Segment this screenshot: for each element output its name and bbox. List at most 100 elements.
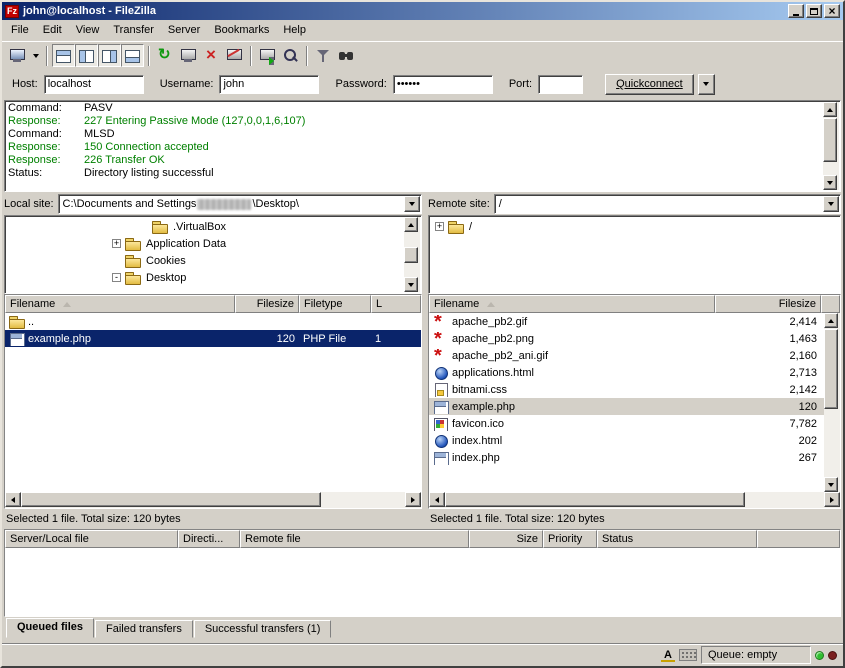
scroll-down-button[interactable] — [824, 477, 838, 492]
log-prefix: Status: — [8, 167, 84, 180]
menu-item-bookmarks[interactable]: Bookmarks — [207, 21, 276, 39]
remote-horizontal-scrollbar[interactable] — [429, 492, 840, 508]
tree-item-desktop[interactable]: - Desktop — [6, 269, 403, 286]
password-input[interactable] — [393, 75, 493, 94]
expand-icon[interactable]: + — [112, 239, 121, 248]
local-site-dropdown-button[interactable] — [404, 196, 420, 212]
scrollbar-thumb[interactable] — [404, 247, 418, 263]
file-row-example-php[interactable]: example.php 120 PHP File 1 — [5, 330, 421, 347]
column-header-filesize[interactable]: Filesize — [235, 295, 299, 313]
scroll-down-button[interactable] — [823, 175, 837, 190]
file-row[interactable]: applications.html 2,713 — [429, 364, 824, 381]
tab-failed-transfers[interactable]: Failed transfers — [95, 620, 193, 638]
log-scrollbar[interactable] — [823, 102, 839, 190]
toggle-local-tree-button[interactable] — [75, 44, 98, 67]
local-tree-scrollbar[interactable] — [404, 217, 420, 292]
scrollbar-thumb[interactable] — [823, 118, 837, 162]
column-header-size[interactable]: Size — [469, 530, 543, 548]
toggle-queue-button[interactable] — [121, 44, 144, 67]
toggle-remote-tree-button[interactable] — [98, 44, 121, 67]
column-header-last-modified[interactable]: L — [371, 295, 421, 313]
scrollbar-thumb[interactable] — [445, 492, 745, 507]
file-row[interactable]: apache_pb2.png 1,463 — [429, 330, 824, 347]
expand-icon[interactable]: + — [435, 222, 444, 231]
column-header-priority[interactable]: Priority — [543, 530, 597, 548]
site-manager-button[interactable] — [6, 44, 29, 67]
remote-list-body[interactable]: apache_pb2.gif 2,414 apache_pb2.png 1,46… — [429, 313, 840, 492]
scrollbar-thumb[interactable] — [824, 329, 838, 409]
chevron-down-icon — [703, 82, 709, 86]
column-header-filename[interactable]: Filename — [429, 295, 715, 313]
column-header-filesize[interactable]: Filesize — [715, 295, 821, 313]
remote-list-scrollbar[interactable] — [824, 313, 840, 492]
scroll-right-button[interactable] — [405, 492, 421, 507]
queue-body[interactable] — [5, 548, 840, 616]
local-site-combobox[interactable]: C:\Documents and Settings\Desktop\ — [58, 194, 422, 214]
tab-successful-transfers[interactable]: Successful transfers (1) — [194, 620, 332, 638]
quickconnect-dropdown-button[interactable] — [698, 74, 715, 95]
tree-item-root[interactable]: + / — [430, 218, 839, 235]
column-header-filetype[interactable]: Filetype — [299, 295, 371, 313]
tree-item-application-data[interactable]: + Application Data — [6, 235, 403, 252]
file-row[interactable]: apache_pb2.gif 2,414 — [429, 313, 824, 330]
local-horizontal-scrollbar[interactable] — [5, 492, 421, 508]
file-row[interactable]: index.php 267 — [429, 449, 824, 466]
message-log[interactable]: Command:PASV Response:227 Entering Passi… — [4, 100, 841, 192]
remote-directory-tree[interactable]: + / — [428, 215, 841, 294]
maximize-button[interactable] — [806, 4, 822, 18]
column-header-direction[interactable]: Directi... — [178, 530, 240, 548]
transfer-queue: Server/Local file Directi... Remote file… — [4, 529, 841, 638]
scroll-right-button[interactable] — [824, 492, 840, 507]
scroll-left-button[interactable] — [5, 492, 21, 507]
menu-item-edit[interactable]: Edit — [36, 21, 69, 39]
menu-item-server[interactable]: Server — [161, 21, 207, 39]
scroll-left-button[interactable] — [429, 492, 445, 507]
scroll-down-button[interactable] — [404, 277, 418, 292]
file-row[interactable]: bitnami.css 2,142 — [429, 381, 824, 398]
compare-button[interactable] — [335, 44, 358, 67]
find-files-button[interactable] — [279, 44, 302, 67]
username-input[interactable] — [219, 75, 319, 94]
column-header-server-local-file[interactable]: Server/Local file — [5, 530, 178, 548]
refresh-button[interactable] — [154, 44, 177, 67]
toggle-message-log-button[interactable] — [52, 44, 75, 67]
local-selection-status: Selected 1 file. Total size: 120 bytes — [4, 510, 422, 528]
column-header-status[interactable]: Status — [597, 530, 757, 548]
local-directory-tree[interactable]: .VirtualBox + Application Data Cookies -… — [4, 215, 422, 294]
reconnect-button[interactable] — [256, 44, 279, 67]
local-list-body[interactable]: .. example.php 120 PHP File 1 — [5, 313, 421, 492]
column-header-remote-file[interactable]: Remote file — [240, 530, 469, 548]
file-row-parent-dir[interactable]: .. — [5, 313, 421, 330]
tree-item-cookies[interactable]: Cookies — [6, 252, 403, 269]
tab-queued-files[interactable]: Queued files — [6, 618, 94, 638]
menu-item-file[interactable]: File — [4, 21, 36, 39]
transfer-type-indicator-icon[interactable]: A — [661, 648, 675, 662]
scrollbar-thumb[interactable] — [21, 492, 321, 507]
column-header-filename[interactable]: Filename — [5, 295, 235, 313]
file-row[interactable]: favicon.ico 7,782 — [429, 415, 824, 432]
collapse-icon[interactable]: - — [112, 273, 121, 282]
file-row[interactable]: index.html 202 — [429, 432, 824, 449]
scroll-up-button[interactable] — [404, 217, 418, 232]
port-input[interactable] — [538, 75, 583, 94]
menu-item-help[interactable]: Help — [276, 21, 313, 39]
process-queue-button[interactable] — [177, 44, 200, 67]
scroll-up-button[interactable] — [824, 313, 838, 328]
filter-button[interactable] — [312, 44, 335, 67]
file-row[interactable]: apache_pb2_ani.gif 2,160 — [429, 347, 824, 364]
minimize-button[interactable] — [788, 4, 804, 18]
cancel-button[interactable] — [200, 44, 223, 67]
remote-site-dropdown-button[interactable] — [823, 196, 839, 212]
site-manager-dropdown-button[interactable] — [29, 44, 42, 67]
file-row-example-php[interactable]: example.php 120 — [429, 398, 824, 415]
menu-item-transfer[interactable]: Transfer — [106, 21, 161, 39]
disconnect-button[interactable] — [223, 44, 246, 67]
quickconnect-button[interactable]: Quickconnect — [605, 74, 694, 95]
scroll-up-button[interactable] — [823, 102, 837, 117]
menu-item-view[interactable]: View — [69, 21, 107, 39]
remote-site-combobox[interactable]: / — [494, 194, 841, 214]
close-button[interactable]: × — [824, 4, 840, 18]
tree-item-virtualbox[interactable]: .VirtualBox — [6, 218, 403, 235]
host-input[interactable] — [44, 75, 144, 94]
encryption-indicator-icon[interactable] — [679, 649, 697, 661]
